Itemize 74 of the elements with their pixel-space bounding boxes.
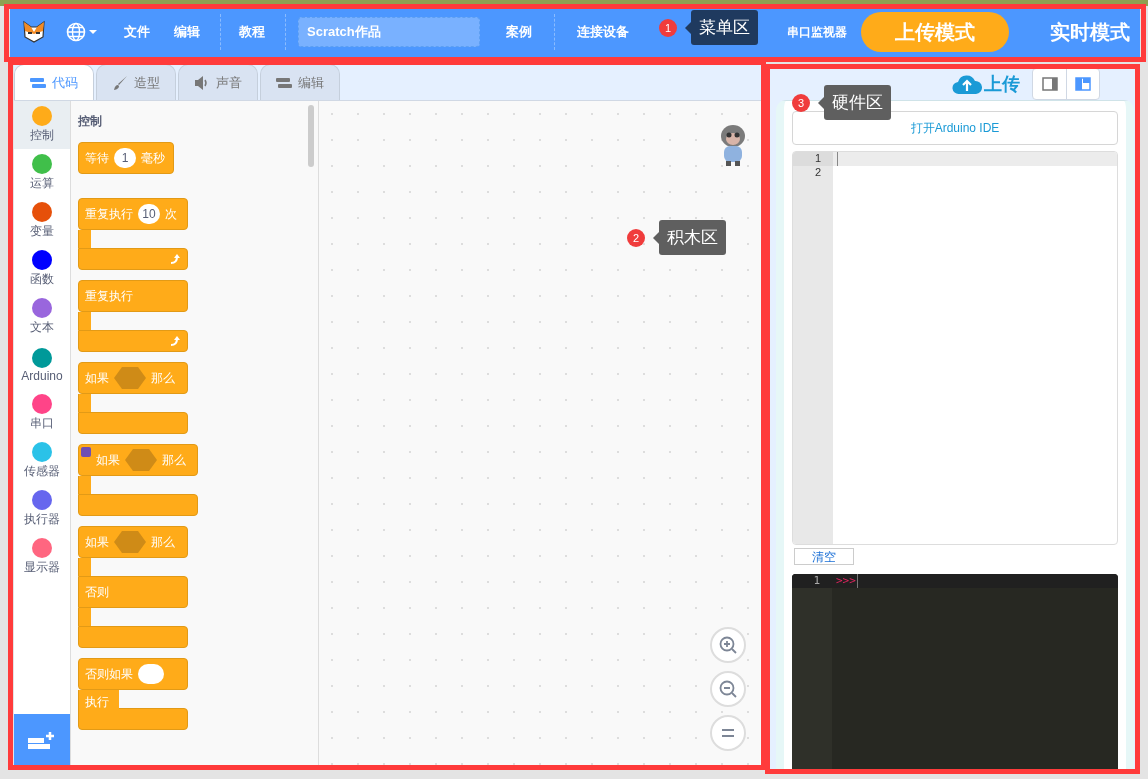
upload-button[interactable]: 上传 [952,72,1020,96]
editor-tab[interactable]: 声音 [178,64,258,100]
brush-icon [112,74,128,91]
tutorial-menu-item[interactable]: 教程 [235,23,277,41]
zoom-out-button[interactable] [710,671,746,707]
zoom-in-icon [718,635,738,655]
category-item[interactable]: 函数 [14,245,70,293]
value-input[interactable] [138,664,164,684]
console-prompt: >>> [832,574,858,588]
category-item[interactable]: 变量 [14,197,70,245]
category-item[interactable]: 执行器 [14,485,70,533]
category-item[interactable]: Arduino [14,341,70,389]
category-item[interactable]: 串口 [14,389,70,437]
line-number: 2 [813,166,822,180]
scrollbar[interactable] [308,105,314,167]
loop-arrow-icon [169,253,181,265]
clear-button[interactable]: 清空 [794,548,854,565]
side-panel-icon [1041,77,1058,91]
annotation-label: 菜单区 [691,10,758,45]
add-blocks-icon [28,730,56,751]
block-arm [78,476,91,494]
block-header[interactable]: 否则 [78,576,188,608]
cat-logo-icon[interactable] [22,20,46,44]
serial-monitor-menu-item[interactable]: 串口监视器 [781,23,853,41]
blocks-icon [276,76,292,89]
number-input[interactable]: 10 [138,204,160,224]
menu-item[interactable]: 案例 [492,23,546,41]
menu-item[interactable]: 连接设备 [563,23,643,41]
condition-slot[interactable] [114,531,146,553]
block-arm [78,608,91,626]
block-arm [78,558,91,576]
menu-item[interactable]: 编辑 [162,23,212,41]
split-layout-icon [1075,77,1091,91]
language-globe-icon[interactable] [66,22,98,42]
annotation-label: 硬件区 [824,85,891,120]
upload-label: 上传 [984,73,1020,96]
block-header[interactable]: 重复执行 [78,280,188,312]
zoom-out-icon [718,679,738,699]
serial-console[interactable]: 1 >>> [792,574,1118,770]
block-arm [78,394,91,412]
open-ide-button[interactable]: 打开Arduino IDE [792,111,1118,145]
block-header[interactable]: 重复执行 10 次 [78,198,188,230]
add-extension-button[interactable] [14,714,70,767]
block-header[interactable]: 如果 那么 [78,444,198,476]
mode-button[interactable]: 上传模式 [861,12,1009,52]
category-item[interactable]: 文本 [14,293,70,341]
annotation-label: 积木区 [659,220,726,255]
cloud-upload-icon [952,73,982,95]
condition-slot[interactable] [125,449,157,471]
mascot-drawing [718,123,748,167]
category-item[interactable]: 控制 [14,101,70,149]
line-number: 1 [793,152,833,166]
speaker-icon [194,74,210,91]
condition-slot[interactable] [114,367,146,389]
category-item[interactable]: 运算 [14,149,70,197]
menu-item[interactable]: 文件 [112,23,162,41]
block-header[interactable]: 等待 1 毫秒 [78,142,174,174]
editor-tab[interactable]: 编辑 [260,64,340,100]
zoom-in-button[interactable] [710,627,746,663]
project-title-field[interactable]: Scratch作品 [298,17,480,47]
palette-heading: 控制 [78,113,103,130]
loop-arrow-icon [169,335,181,347]
number-input[interactable]: 1 [114,148,136,168]
blocks-icon [30,76,46,89]
code-editor[interactable]: 1 2 [792,151,1118,545]
editor-tab[interactable]: 造型 [96,64,176,100]
reset-zoom-button[interactable] [710,715,746,751]
block-header[interactable]: 如果 那么 [78,362,188,394]
category-item[interactable]: 显示器 [14,533,70,581]
mode-button[interactable]: 实时模式 [1035,12,1145,52]
category-item[interactable]: 传感器 [14,437,70,485]
block-header[interactable]: 否则如果 [78,658,188,690]
block-header[interactable]: 如果 那么 [78,526,188,558]
editor-tab[interactable]: 代码 [14,64,94,100]
